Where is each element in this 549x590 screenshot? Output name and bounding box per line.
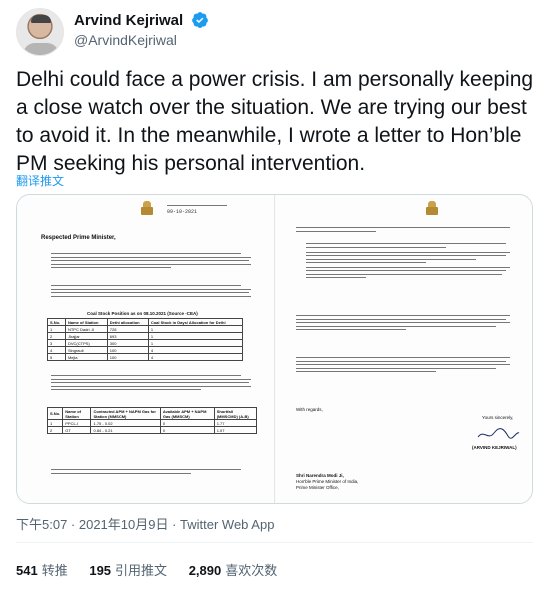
gas-cell: PPCL-I — [62, 419, 92, 427]
letter-page-1: 09-10-2021 Respected Prime Minister, Coa… — [17, 195, 275, 503]
coal-cell: Jhajjar — [64, 332, 108, 340]
state-emblem-icon — [426, 201, 438, 217]
gas-header-cell: Shortfall (MMSCMD) (A-B) — [213, 407, 258, 420]
coal-cell: 693 — [106, 332, 149, 340]
table-row: 5 Mejia 100 4 — [47, 353, 244, 361]
coal-cell: 1 — [147, 332, 244, 340]
table-row: 2 Jhajjar 693 1 — [47, 332, 244, 340]
coal-cell: 1 — [147, 325, 244, 333]
tweet-media-letter[interactable]: 09-10-2021 Respected Prime Minister, Coa… — [16, 194, 533, 504]
retweets-stat[interactable]: 541 转推 — [16, 563, 68, 578]
coal-cell: 1 — [147, 339, 244, 347]
avatar[interactable] — [16, 8, 64, 56]
coal-cell: 1 — [47, 325, 66, 333]
letter-addressee: Shri Narendra Modi Ji, Hon'ble Prime Min… — [296, 473, 358, 491]
table-row: 4 Singrauli 100 4 — [47, 346, 244, 354]
gas-cell: 1.77 — [213, 419, 258, 427]
coal-stock-table: S.No. Name of Station Dethi allocation Coal… — [47, 318, 244, 361]
quotes-label: 引用推文 — [115, 563, 168, 578]
letter-signatory: (ARVIND KEJRIWAL) — [472, 445, 517, 450]
translate-tweet-link[interactable]: 翻译推文 — [16, 172, 64, 189]
gas-cell: 1 — [46, 419, 64, 427]
author-info[interactable]: Arvind Kejriwal @ArvindKejriwal — [74, 11, 209, 48]
table-row: 2 GT 0.84 - 0.21 0 1.07 — [46, 426, 258, 434]
letter-paragraph-7 — [296, 355, 510, 374]
coal-cell: 100 — [106, 346, 149, 354]
coal-cell: Singrauli — [64, 346, 108, 354]
likes-count: 2,890 — [188, 563, 222, 578]
avatar-muffler — [23, 43, 59, 55]
addressee-line: Prime Minister Office, — [296, 485, 339, 490]
coal-cell: Mejia — [64, 353, 108, 361]
coal-header-cell: Dethi allocation — [106, 318, 149, 326]
quotes-count: 195 — [89, 563, 112, 578]
coal-header-cell: Coal Stock in Days/ Allocation for Delhi — [147, 318, 244, 326]
coal-cell: 4 — [47, 346, 66, 354]
letter-page-2: With regards, Yours sincerely, (ARVIND K… — [276, 195, 532, 503]
letter-paragraph-2 — [51, 283, 251, 299]
coal-header-cell: Name of Station — [64, 318, 108, 326]
gas-header-cell: Contracted APM + NAPM Gas for Station (M… — [90, 407, 161, 420]
letter-paragraph-4 — [51, 467, 251, 476]
letter-salutation: Respected Prime Minister, — [41, 235, 116, 241]
coal-cell: 2 — [47, 332, 66, 340]
letter-paragraph-5 — [296, 225, 510, 234]
coal-cell: 4 — [147, 353, 244, 361]
gas-cell: 2 — [46, 426, 64, 434]
gas-header-cell: Name of Station — [62, 407, 92, 420]
user-handle[interactable]: @ArvindKejriwal — [74, 32, 209, 48]
letter-regards: With regards, — [296, 407, 323, 412]
coal-header-cell: S.No. — [47, 318, 66, 326]
state-emblem-icon — [141, 201, 153, 217]
display-name[interactable]: Arvind Kejriwal — [74, 12, 183, 29]
quote-tweets-stat[interactable]: 195 引用推文 — [89, 563, 167, 578]
coal-cell: NTPC Dadri -II — [64, 325, 108, 333]
letter-date: 09-10-2021 — [167, 203, 227, 216]
gas-cell: GT — [62, 426, 92, 434]
table-row: 1 NTPC Dadri -II 728 1 — [47, 325, 244, 333]
coal-cell: 100 — [106, 353, 149, 361]
letter-sincerely: Yours sincerely, — [482, 415, 514, 420]
table-row: 1 PPCL-I 1.75 - 0.02 0 1.77 — [46, 419, 258, 427]
gas-cell: 0 — [159, 419, 215, 427]
letter-paragraph-6 — [296, 313, 510, 332]
coal-cell: 728 — [106, 325, 149, 333]
gas-shortfall-table: S.No. Name of Station Contracted APM + NAP… — [46, 407, 258, 434]
handwritten-signature — [477, 428, 520, 439]
likes-stat[interactable]: 2,890 喜欢次数 — [189, 563, 278, 578]
coal-cell: 3 — [47, 339, 66, 347]
tweet-text: Delhi could face a power crisis. I am pe… — [16, 68, 534, 175]
divider — [16, 542, 533, 543]
coal-cell: 300 — [106, 339, 149, 347]
coal-table-caption: Coal Stock Position as on 08.10.2021 (So… — [87, 311, 198, 316]
gas-cell: 1.75 - 0.02 — [90, 419, 161, 427]
tweet-stats: 541 转推 195 引用推文 2,890 喜欢次数 — [16, 560, 295, 579]
gas-header-cell: S.No. — [46, 407, 64, 420]
gas-header-cell: Available APM + NAPM Gas (MMSCM) — [159, 407, 215, 420]
verified-badge-icon — [191, 12, 208, 28]
avatar-hair — [31, 15, 51, 23]
letter-paragraph-1 — [51, 251, 251, 270]
tweet-header: Arvind Kejriwal @ArvindKejriwal — [16, 8, 536, 56]
table-row: 3 DVC(CTPS) 300 1 — [47, 339, 244, 347]
coal-cell: 5 — [47, 353, 66, 361]
letter-paragraph-3 — [51, 373, 251, 392]
gas-cell: 1.07 — [213, 426, 258, 434]
likes-label: 喜欢次数 — [225, 563, 278, 578]
gas-cell: 0 — [159, 426, 215, 434]
retweets-label: 转推 — [41, 563, 68, 578]
coal-cell: DVC(CTPS) — [64, 339, 108, 347]
tweet-timestamp[interactable]: 下午5:07 · 2021年10月9日 · Twitter Web App — [16, 514, 274, 533]
coal-cell: 4 — [147, 346, 244, 354]
gas-cell: 0.84 - 0.21 — [90, 426, 161, 434]
retweets-count: 541 — [16, 563, 38, 578]
letter-request-list — [306, 241, 510, 281]
